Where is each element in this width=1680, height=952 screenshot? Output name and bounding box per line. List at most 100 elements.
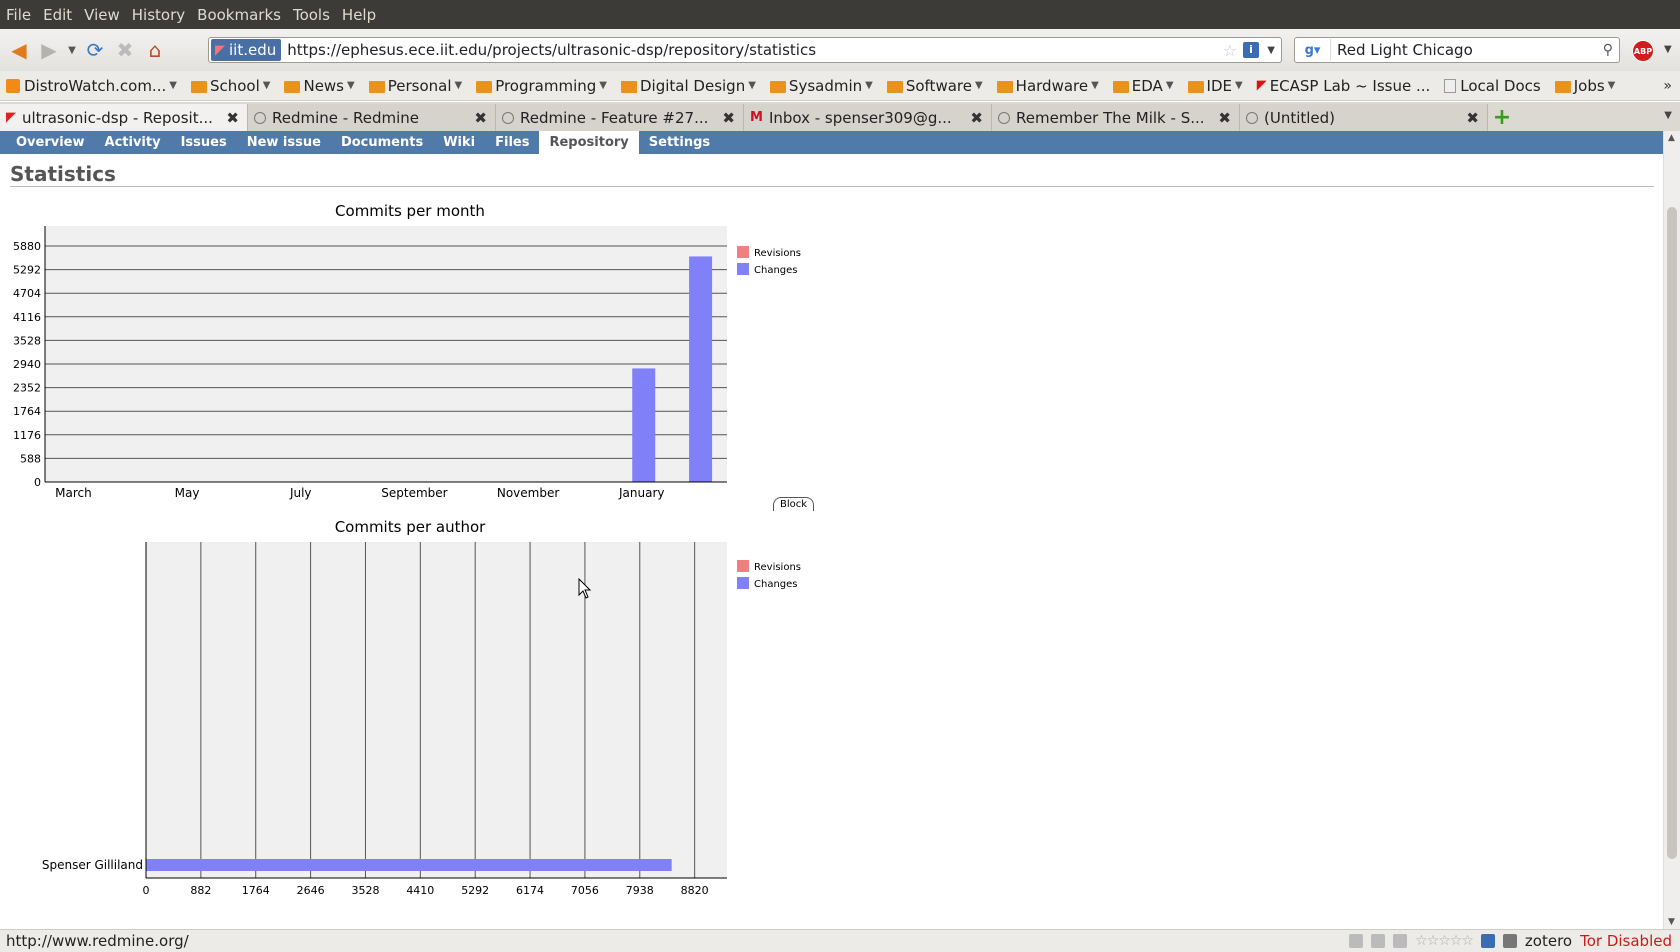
tab-list-dropdown-icon[interactable]: ▼ bbox=[1664, 110, 1672, 121]
y-tick-label: 0 bbox=[34, 476, 41, 489]
mouse-cursor-icon bbox=[578, 578, 592, 599]
url-bar[interactable]: ◤ iit.edu https://ephesus.ece.iit.edu/pro… bbox=[208, 37, 1282, 63]
tab-overview[interactable]: Overview bbox=[6, 131, 95, 154]
bug-icon[interactable] bbox=[1502, 934, 1517, 948]
bookmark-folder-software[interactable]: Software ▼ bbox=[886, 77, 983, 95]
bookmark-folder-hardware[interactable]: Hardware ▼ bbox=[996, 77, 1099, 95]
y-tick-label: 588 bbox=[20, 452, 41, 465]
bookmark-folder-programming[interactable]: Programming ▼ bbox=[476, 77, 607, 95]
scroll-down-icon[interactable]: ▼ bbox=[1668, 917, 1675, 927]
chevron-down-icon: ▼ bbox=[974, 80, 983, 91]
bookmark-folder-ide[interactable]: IDE ▼ bbox=[1187, 77, 1243, 95]
tab-repository[interactable]: Repository bbox=[539, 131, 639, 154]
lock-icon[interactable] bbox=[1371, 934, 1386, 948]
bookmark-ecasp-lab[interactable]: ◤ ECASP Lab ~ Issue ... bbox=[1257, 77, 1431, 95]
x-tick-label: May bbox=[175, 486, 200, 500]
title-divider bbox=[10, 186, 1654, 187]
tab-issues[interactable]: Issues bbox=[171, 131, 237, 154]
forward-arrow-icon[interactable]: ▶ bbox=[34, 35, 64, 65]
close-icon[interactable]: ✖ bbox=[1218, 109, 1231, 127]
menu-edit[interactable]: Edit bbox=[43, 6, 72, 24]
scroll-up-icon[interactable]: ▲ bbox=[1668, 133, 1675, 143]
bookmark-star-icon[interactable]: ☆ bbox=[1223, 41, 1237, 60]
tab-wiki[interactable]: Wiki bbox=[433, 131, 485, 154]
home-icon[interactable]: ⌂ bbox=[140, 35, 170, 65]
folder-icon bbox=[1554, 80, 1571, 93]
reload-icon[interactable]: ⟳ bbox=[80, 35, 110, 65]
site-identity-button[interactable]: ◤ iit.edu bbox=[211, 39, 282, 61]
bookmark-folder-school[interactable]: School ▼ bbox=[190, 77, 270, 95]
search-input[interactable]: Red Light Chicago bbox=[1337, 41, 1473, 59]
chevron-down-icon: ▼ bbox=[865, 80, 873, 91]
folder-icon bbox=[621, 80, 637, 93]
close-icon[interactable]: ✖ bbox=[474, 109, 487, 127]
tab-ultrasonic-dsp[interactable]: ◤ ultrasonic-dsp - Reposit... ✖ bbox=[0, 104, 248, 131]
url-dropdown-icon[interactable]: ▼ bbox=[1267, 45, 1275, 56]
tab-documents[interactable]: Documents bbox=[331, 131, 433, 154]
folder-icon bbox=[190, 80, 207, 93]
chevron-down-icon: ▼ bbox=[1607, 80, 1616, 91]
x-tick-label: March bbox=[55, 486, 92, 500]
menu-help[interactable]: Help bbox=[342, 6, 376, 24]
bookmark-local-docs[interactable]: Local Docs bbox=[1444, 77, 1541, 95]
x-tick-label: 2646 bbox=[297, 884, 325, 897]
page-icon[interactable] bbox=[1393, 934, 1408, 948]
x-tick-label: 7938 bbox=[626, 884, 654, 897]
bookmark-distrowatch[interactable]: DistroWatch.com... ▼ bbox=[6, 77, 177, 95]
bookmark-folder-personal[interactable]: Personal ▼ bbox=[368, 77, 462, 95]
adblock-dropdown-icon[interactable]: ▼ bbox=[1664, 44, 1672, 55]
menu-history[interactable]: History bbox=[132, 6, 185, 24]
vertical-scrollbar[interactable]: ▲ ▼ bbox=[1663, 131, 1680, 929]
tab-redmine[interactable]: Redmine - Redmine ✖ bbox=[248, 104, 496, 131]
tab-files[interactable]: Files bbox=[485, 131, 539, 154]
bookmarks-overflow-icon[interactable]: » bbox=[1663, 78, 1672, 94]
tab-bar: ◤ ultrasonic-dsp - Reposit... ✖ Redmine - … bbox=[0, 102, 1680, 131]
new-tab-icon[interactable]: + bbox=[1488, 104, 1516, 131]
stop-icon[interactable]: ✖ bbox=[110, 35, 140, 65]
menu-file[interactable]: File bbox=[6, 6, 31, 24]
legend-swatch-changes bbox=[737, 263, 749, 275]
url-text[interactable]: https://ephesus.ece.iit.edu/projects/ult… bbox=[287, 41, 816, 59]
y-category-label: Spenser Gilliland bbox=[42, 858, 143, 872]
zotero-button[interactable]: zotero bbox=[1525, 932, 1572, 950]
tab-inbox[interactable]: M Inbox - spenser309@g... ✖ bbox=[744, 104, 992, 131]
globe-icon bbox=[502, 111, 514, 124]
search-icon[interactable]: ⚲ bbox=[1603, 42, 1613, 58]
close-icon[interactable]: ✖ bbox=[1466, 109, 1479, 127]
bookmark-folder-eda[interactable]: EDA ▼ bbox=[1112, 77, 1174, 95]
history-dropdown-icon[interactable]: ▼ bbox=[64, 35, 80, 65]
globe-icon bbox=[1246, 111, 1258, 124]
tab-redmine-feature[interactable]: Redmine - Feature #27... ✖ bbox=[496, 104, 744, 131]
tab-remember-the-milk[interactable]: Remember The Milk - S... ✖ bbox=[992, 104, 1240, 131]
menu-view[interactable]: View bbox=[84, 6, 120, 24]
bookmark-folder-jobs[interactable]: Jobs ▼ bbox=[1554, 77, 1616, 95]
tab-activity[interactable]: Activity bbox=[95, 131, 171, 154]
search-bar[interactable]: g▾ Red Light Chicago ⚲ bbox=[1294, 37, 1620, 63]
tab-untitled[interactable]: (Untitled) ✖ bbox=[1240, 104, 1488, 131]
bookmark-folder-news[interactable]: News ▼ bbox=[284, 77, 355, 95]
back-arrow-icon[interactable]: ◀ bbox=[4, 35, 34, 65]
google-icon[interactable]: g▾ bbox=[1295, 39, 1331, 61]
chart-title: Commits per month bbox=[335, 202, 485, 220]
bookmark-folder-digital-design[interactable]: Digital Design ▼ bbox=[621, 77, 756, 95]
rating-stars-icon[interactable]: ☆☆☆☆☆ bbox=[1415, 933, 1474, 949]
menu-bookmarks[interactable]: Bookmarks bbox=[197, 6, 281, 24]
close-icon[interactable]: ✖ bbox=[226, 109, 239, 127]
adblock-icon[interactable]: ABP bbox=[1632, 40, 1654, 62]
tor-status-button[interactable]: Tor Disabled bbox=[1580, 932, 1672, 950]
addon-icon[interactable] bbox=[1349, 934, 1364, 948]
tab-new-issue[interactable]: New issue bbox=[237, 131, 331, 154]
bookmark-folder-sysadmin[interactable]: Sysadmin ▼ bbox=[769, 77, 873, 95]
addon-x-icon[interactable] bbox=[1480, 934, 1495, 948]
page-info-icon[interactable]: i bbox=[1243, 42, 1259, 58]
legend-swatch-revisions bbox=[737, 246, 749, 258]
scrollbar-thumb[interactable] bbox=[1667, 207, 1677, 859]
chevron-down-icon: ▼ bbox=[347, 80, 355, 91]
close-icon[interactable]: ✖ bbox=[722, 109, 735, 127]
close-icon[interactable]: ✖ bbox=[970, 109, 983, 127]
menu-tools[interactable]: Tools bbox=[293, 6, 330, 24]
legend-label-revisions: Revisions bbox=[754, 562, 801, 573]
folder-icon bbox=[476, 80, 493, 93]
tab-settings[interactable]: Settings bbox=[639, 131, 720, 154]
commits-per-month-chart: Commits per month 0 588 1176 1764 2352 2940 35… bbox=[13, 202, 801, 500]
